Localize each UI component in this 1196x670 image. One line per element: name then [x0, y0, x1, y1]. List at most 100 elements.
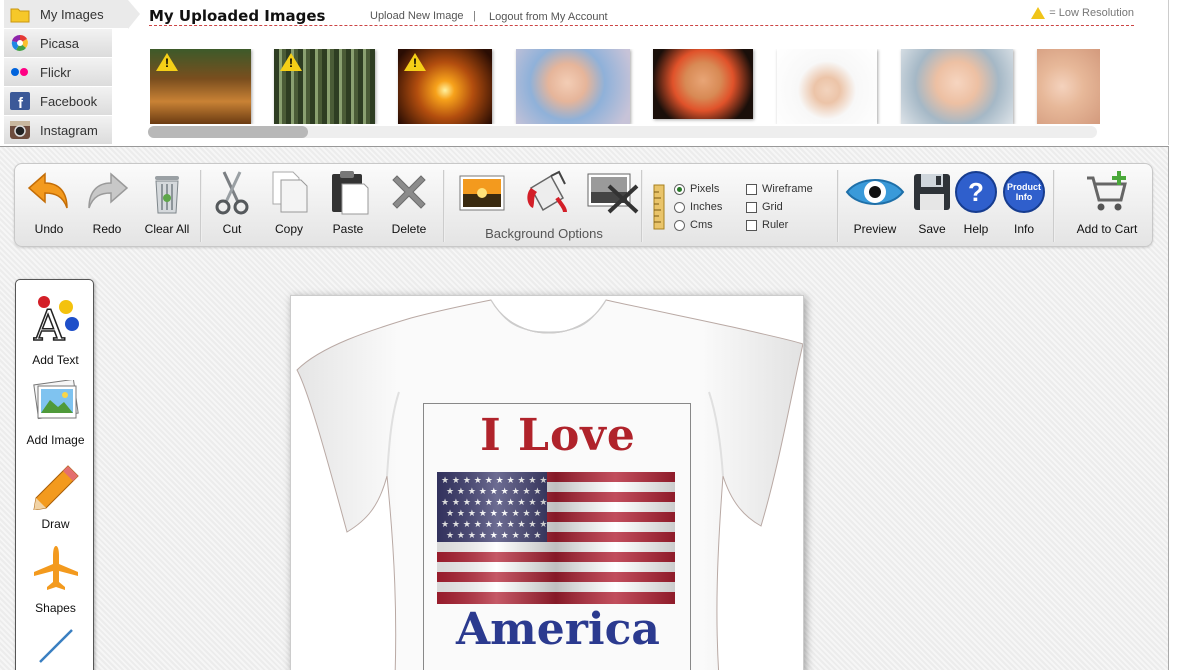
product-info-icon: Product Info: [1003, 171, 1045, 213]
thumbnail[interactable]: [653, 49, 753, 119]
toolbar-divider: [837, 170, 839, 242]
design-text-line1[interactable]: I Love: [424, 410, 692, 461]
checkbox-label: Ruler: [762, 219, 789, 231]
source-my-images[interactable]: My Images: [4, 0, 140, 29]
design-text-line2[interactable]: America: [424, 604, 692, 655]
source-flickr[interactable]: Flickr: [4, 58, 112, 87]
toolbar-divider: [200, 170, 202, 242]
add-image-tool[interactable]: Add Image: [16, 378, 95, 447]
picasa-icon: [10, 34, 30, 52]
panel-title: My Uploaded Images: [149, 7, 326, 25]
cut-button[interactable]: Cut: [204, 168, 260, 242]
shapes-label: Shapes: [35, 601, 76, 615]
thumbnail[interactable]: [1037, 49, 1100, 124]
wireframe-checkbox[interactable]: Wireframe: [746, 183, 813, 195]
checkbox-label: Wireframe: [762, 183, 813, 195]
paste-label: Paste: [332, 222, 364, 236]
source-facebook[interactable]: f Facebook: [4, 87, 112, 116]
unit-cms-radio[interactable]: Cms: [674, 219, 713, 231]
svg-text:Product: Product: [1007, 182, 1041, 192]
image-source-panel: My Images Picasa Flickr f Facebook Insta…: [0, 0, 1169, 145]
instagram-icon: [10, 121, 30, 139]
info-label: Info: [1013, 222, 1034, 236]
folder-icon: [10, 5, 30, 23]
link-separator: |: [473, 10, 476, 22]
scissors-icon: [215, 171, 249, 215]
source-instagram[interactable]: Instagram: [4, 116, 112, 145]
unit-inches-radio[interactable]: Inches: [674, 201, 722, 213]
undo-icon: [27, 172, 68, 209]
clear-all-button[interactable]: Clear All: [139, 168, 195, 242]
add-image-label: Add Image: [26, 433, 85, 447]
american-flag-image[interactable]: ★ ★ ★ ★ ★ ★ ★ ★ ★ ★ ★ ★ ★ ★ ★ ★ ★ ★ ★ ★ …: [437, 472, 675, 604]
paint-bucket-icon: [527, 170, 567, 213]
unit-label: Pixels: [690, 183, 720, 195]
radio-selected-icon: [674, 183, 685, 195]
add-text-label: Add Text: [32, 353, 79, 367]
scrollbar-thumb[interactable]: [148, 126, 308, 138]
image-source-list: My Images Picasa Flickr f Facebook Insta…: [4, 0, 140, 145]
line-icon: [38, 629, 73, 663]
uploaded-images-header: My Uploaded Images Upload New Image | Lo…: [149, 6, 1134, 26]
source-label: Facebook: [40, 93, 98, 109]
remove-background-icon: [587, 173, 639, 214]
unit-pixels-radio[interactable]: Pixels: [674, 183, 719, 195]
print-area[interactable]: I Love America: [423, 403, 691, 670]
source-label: Instagram: [40, 122, 98, 138]
info-button[interactable]: Product Info Info: [996, 168, 1052, 242]
warning-icon: [404, 53, 426, 71]
pencil-icon: [32, 465, 79, 511]
redo-button[interactable]: Redo: [79, 168, 135, 242]
preview-button[interactable]: Preview: [845, 168, 905, 242]
logout-link[interactable]: Logout from My Account: [489, 11, 608, 23]
thumbnail[interactable]: [516, 49, 630, 124]
add-to-cart-button[interactable]: Add to Cart: [1071, 168, 1143, 242]
help-icon: ?: [955, 171, 997, 213]
svg-text:Info: Info: [1016, 192, 1033, 202]
clipboard-icon: [332, 171, 369, 215]
unit-label: Inches: [690, 201, 723, 213]
add-text-tool[interactable]: A Add Text: [16, 294, 95, 367]
paste-button[interactable]: Paste: [320, 168, 376, 242]
source-label: My Images: [40, 6, 104, 22]
checkbox-label: Grid: [762, 201, 783, 213]
svg-text:?: ?: [968, 177, 984, 207]
copy-label: Copy: [274, 222, 303, 236]
background-options-group[interactable]: Background Options: [449, 168, 639, 244]
upload-new-image-link[interactable]: Upload New Image: [370, 10, 464, 22]
draw-label: Draw: [41, 517, 70, 531]
source-picasa[interactable]: Picasa: [4, 29, 112, 58]
copy-button[interactable]: Copy: [261, 168, 317, 242]
background-image-icon: [459, 175, 505, 211]
shapes-tool[interactable]: Shapes: [16, 544, 95, 615]
redo-label: Redo: [92, 222, 122, 236]
clear-all-label: Clear All: [144, 222, 190, 236]
source-label: Flickr: [40, 64, 72, 80]
thumbnail[interactable]: [398, 49, 492, 124]
thumbnail[interactable]: [901, 49, 1013, 124]
redo-icon: [88, 172, 129, 209]
warning-icon: [1031, 7, 1046, 19]
ruler-icon: [653, 184, 665, 230]
radio-icon: [674, 201, 685, 213]
design-canvas[interactable]: I Love America: [290, 295, 804, 670]
design-tools-panel: A Add Text Add Image Draw Shapes: [15, 279, 94, 670]
design-workspace: Undo Redo Clear All Cut Copy Paste Delet…: [0, 146, 1169, 670]
undo-label: Undo: [34, 222, 64, 236]
delete-button[interactable]: Delete: [381, 168, 437, 242]
undo-button[interactable]: Undo: [21, 168, 77, 242]
thumbnail[interactable]: [777, 49, 877, 124]
add-text-icon: A: [32, 296, 79, 351]
unit-label: Cms: [690, 219, 713, 231]
source-label: Picasa: [40, 35, 80, 51]
line-tool[interactable]: [16, 626, 95, 670]
delete-label: Delete: [391, 222, 427, 236]
ruler-checkbox[interactable]: Ruler: [746, 219, 788, 231]
thumbnail[interactable]: [150, 49, 251, 124]
draw-tool[interactable]: Draw: [16, 464, 95, 531]
checkbox-icon: [746, 183, 757, 195]
thumbnail-scrollbar[interactable]: [148, 126, 1097, 138]
thumbnail[interactable]: [274, 49, 375, 124]
grid-checkbox[interactable]: Grid: [746, 201, 783, 213]
flickr-icon: [10, 63, 30, 81]
